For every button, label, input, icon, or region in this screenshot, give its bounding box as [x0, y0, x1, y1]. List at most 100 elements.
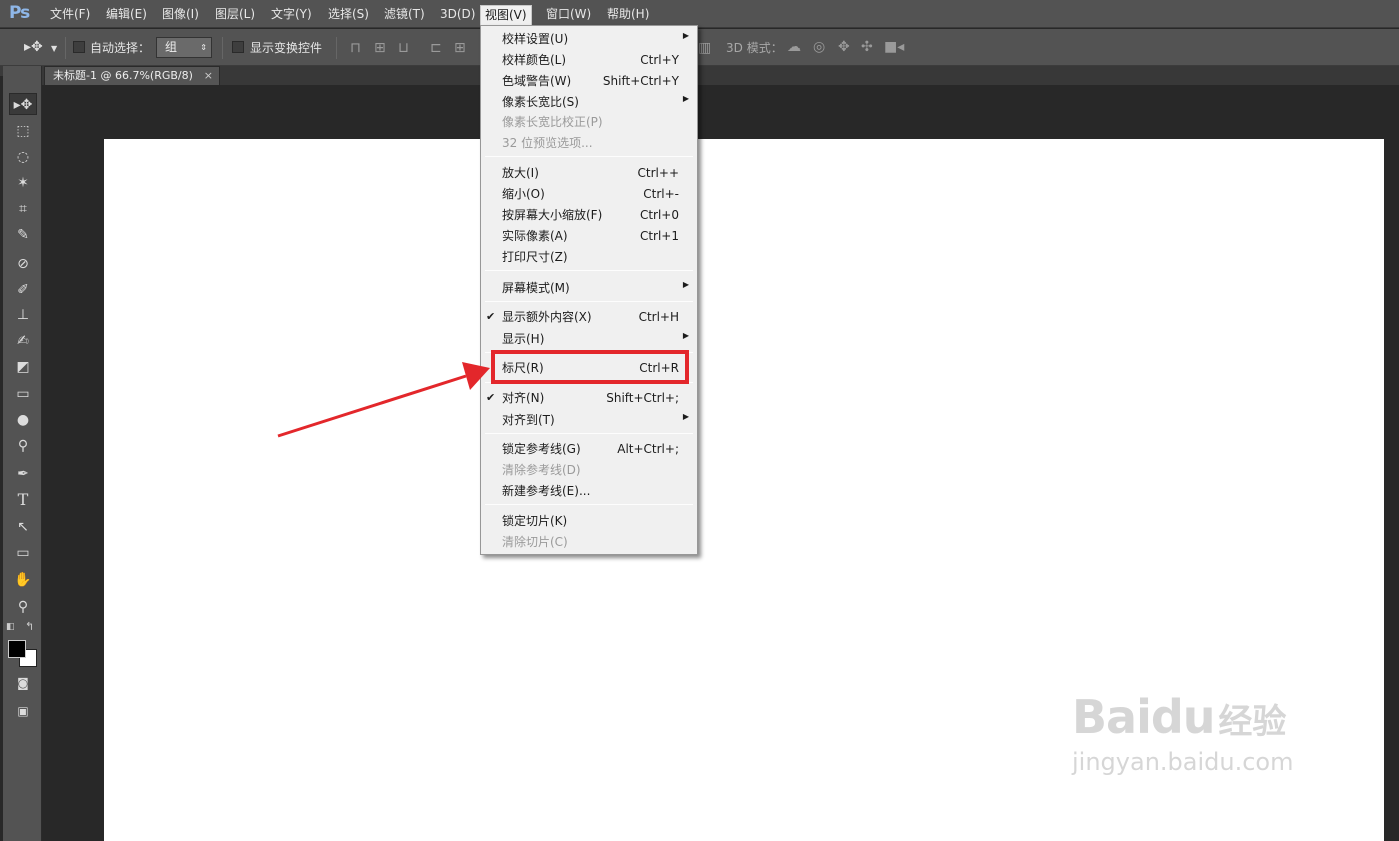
auto-select-checkbox[interactable] [73, 41, 85, 53]
3d-scale-icon[interactable]: ■◂ [884, 40, 904, 54]
menu-item-label: 像素长宽比校正(P) [502, 115, 603, 129]
dodge-tool-icon[interactable]: ⚲ [9, 435, 37, 457]
watermark-url: jingyan.baidu.com [1072, 748, 1294, 776]
pen-tool-icon[interactable]: ✒ [9, 463, 37, 485]
align-left-icon[interactable]: ⊏ [430, 41, 442, 55]
menu-edit[interactable]: 编辑(E) [102, 5, 151, 25]
crop-tool-icon[interactable]: ⌗ [9, 198, 37, 220]
menu-item-fit-on-screen[interactable]: 按屏幕大小缩放(F) Ctrl+0 [481, 205, 697, 225]
3d-mode-label: 3D 模式： [726, 41, 783, 55]
path-selection-tool-icon[interactable]: ↖ [9, 516, 37, 538]
gradient-tool-icon[interactable]: ▭ [9, 383, 37, 405]
menu-type[interactable]: 文字(Y) [267, 5, 316, 25]
menu-layer[interactable]: 图层(L) [211, 5, 259, 25]
3d-slide-icon[interactable]: ✣ [861, 40, 873, 54]
menu-item-pixel-aspect-correction: 像素长宽比校正(P) [481, 112, 697, 132]
menu-separator [485, 433, 693, 434]
menu-item-label: 色域警告(W) [502, 74, 572, 88]
menu-3d[interactable]: 3D(D) [436, 5, 479, 25]
checkmark-icon: ✔ [486, 391, 496, 404]
3d-rotate-icon[interactable]: ☁ [787, 40, 801, 54]
menu-item-label: 显示额外内容(X) [502, 310, 592, 324]
menu-item-proof-colors[interactable]: 校样颜色(L) Ctrl+Y [481, 50, 697, 70]
menu-item-lock-slices[interactable]: 锁定切片(K) [481, 511, 697, 531]
menu-item-label: 按屏幕大小缩放(F) [502, 208, 603, 222]
show-transform-label: 显示变换控件 [250, 41, 323, 55]
menu-item-clear-guides: 清除参考线(D) [481, 460, 697, 480]
menu-item-print-size[interactable]: 打印尺寸(Z) [481, 247, 697, 267]
menu-item-show[interactable]: 显示(H) ▶ [481, 329, 697, 349]
menu-item-label: 32 位预览选项... [502, 136, 593, 150]
clone-stamp-tool-icon[interactable]: ⊥ [9, 304, 37, 326]
align-vcenter-icon[interactable]: ⊞ [374, 41, 386, 55]
document-tab[interactable]: 未标题-1 @ 66.7%(RGB/8) × [44, 66, 220, 85]
menu-item-gamut-warning[interactable]: 色域警告(W) Shift+Ctrl+Y [481, 71, 697, 91]
document-tab-bar [42, 66, 1399, 85]
align-bottom-icon[interactable]: ⊔ [398, 41, 409, 55]
menu-item-new-guide[interactable]: 新建参考线(E)... [481, 481, 697, 501]
move-tool-icon[interactable]: ▸✥ [24, 40, 43, 54]
menu-item-snap[interactable]: ✔ 对齐(N) Shift+Ctrl+; [481, 388, 697, 408]
menu-item-zoom-out[interactable]: 缩小(O) Ctrl+- [481, 184, 697, 204]
tool-preset-chevron-icon[interactable]: ▼ [51, 42, 57, 56]
eraser-tool-icon[interactable]: ◩ [9, 356, 37, 378]
menu-item-zoom-in[interactable]: 放大(I) Ctrl++ [481, 163, 697, 183]
lasso-tool-icon[interactable]: ◌ [9, 146, 37, 168]
menu-item-label: 校样颜色(L) [502, 53, 567, 67]
history-brush-tool-icon[interactable]: ✍ [9, 330, 37, 352]
swap-colors-icon[interactable]: ↰ [25, 620, 34, 633]
type-tool-icon[interactable]: T [9, 489, 37, 511]
menu-item-shortcut: Shift+Ctrl+Y [602, 74, 679, 88]
auto-select-dropdown[interactable]: 组 ⇕ [156, 37, 212, 58]
menu-item-32bit-preview: 32 位预览选项... [481, 133, 697, 153]
menu-file[interactable]: 文件(F) [46, 5, 94, 25]
submenu-arrow-icon: ▶ [682, 94, 689, 103]
hand-tool-icon[interactable]: ✋ [9, 569, 37, 591]
options-bar: ▸✥ ▼ 自动选择： 组 ⇕ 显示变换控件 ⊓ ⊞ ⊔ ⊏ ⊞ ▥ 3D 模式：… [0, 29, 1399, 66]
document-tab-title: 未标题-1 @ 66.7%(RGB/8) [53, 69, 193, 82]
watermark-product: 经验 [1218, 702, 1287, 742]
close-icon[interactable]: × [204, 67, 213, 84]
menu-view[interactable]: 视图(V) [480, 5, 532, 25]
menu-item-label: 新建参考线(E)... [502, 484, 591, 498]
move-tool-icon[interactable]: ▸✥ [9, 93, 37, 115]
menu-item-label: 缩小(O) [502, 187, 545, 201]
submenu-arrow-icon: ▶ [682, 331, 689, 340]
show-transform-checkbox[interactable] [232, 41, 244, 53]
brush-tool-icon[interactable]: ✐ [9, 279, 37, 301]
menu-filter[interactable]: 滤镜(T) [380, 5, 429, 25]
quick-mask-icon[interactable]: ◙ [9, 672, 37, 694]
align-hcenter-icon[interactable]: ⊞ [454, 41, 466, 55]
menu-help[interactable]: 帮助(H) [603, 5, 653, 25]
eyedropper-tool-icon[interactable]: ✎ [9, 224, 37, 246]
3d-roll-icon[interactable]: ◎ [813, 40, 825, 54]
view-menu-dropdown: 校样设置(U) ▶ 校样颜色(L) Ctrl+Y 色域警告(W) Shift+C… [480, 25, 698, 555]
submenu-arrow-icon: ▶ [682, 280, 689, 289]
menu-item-proof-setup[interactable]: 校样设置(U) ▶ [481, 29, 697, 49]
align-top-icon[interactable]: ⊓ [350, 41, 361, 55]
marquee-tool-icon[interactable]: ⬚ [9, 120, 37, 142]
menu-image[interactable]: 图像(I) [158, 5, 203, 25]
zoom-tool-icon[interactable]: ⚲ [9, 596, 37, 618]
menu-item-pixel-aspect-ratio[interactable]: 像素长宽比(S) ▶ [481, 92, 697, 112]
rectangle-tool-icon[interactable]: ▭ [9, 542, 37, 564]
menu-item-snap-to[interactable]: 对齐到(T) ▶ [481, 410, 697, 430]
magic-wand-tool-icon[interactable]: ✶ [9, 172, 37, 194]
photoshop-logo: Ps [9, 3, 30, 23]
menu-select[interactable]: 选择(S) [324, 5, 373, 25]
healing-brush-tool-icon[interactable]: ⊘ [9, 253, 37, 275]
menu-window[interactable]: 窗口(W) [542, 5, 595, 25]
foreground-color-swatch[interactable] [8, 640, 26, 658]
blur-tool-icon[interactable]: ● [9, 409, 37, 431]
menu-item-extras[interactable]: ✔ 显示额外内容(X) Ctrl+H [481, 307, 697, 327]
updown-arrows-icon: ⇕ [200, 43, 207, 52]
menu-item-screen-mode[interactable]: 屏幕模式(M) ▶ [481, 278, 697, 298]
menu-item-label: 实际像素(A) [502, 229, 568, 243]
3d-pan-icon[interactable]: ✥ [838, 40, 850, 54]
auto-align-icon[interactable]: ▥ [698, 41, 711, 55]
menu-item-actual-pixels[interactable]: 实际像素(A) Ctrl+1 [481, 226, 697, 246]
screen-mode-icon[interactable]: ▣ [9, 700, 37, 722]
default-colors-icon[interactable]: ◧ [6, 622, 15, 632]
menu-item-lock-guides[interactable]: 锁定参考线(G) Alt+Ctrl+; [481, 439, 697, 459]
menu-bar: Ps 文件(F) 编辑(E) 图像(I) 图层(L) 文字(Y) 选择(S) 滤… [0, 0, 1399, 28]
